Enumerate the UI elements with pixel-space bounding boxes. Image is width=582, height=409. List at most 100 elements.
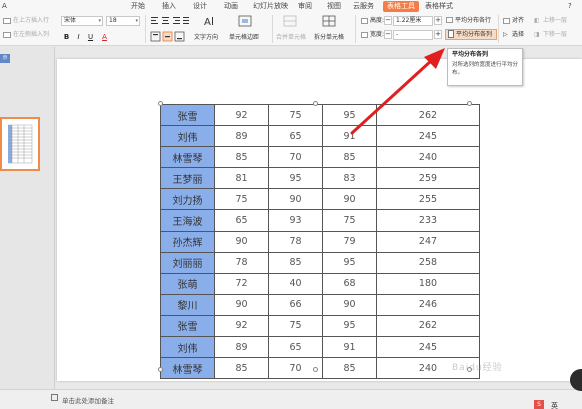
score-cell[interactable]: 65 [214, 209, 269, 232]
split-cells-button[interactable]: 拆分单元格 [314, 33, 344, 42]
move-up-button[interactable]: 上移一层 [543, 16, 567, 25]
score-cell[interactable]: 85 [214, 146, 269, 169]
name-cell[interactable]: 张雪 [160, 314, 215, 338]
total-cell[interactable]: 233 [376, 209, 480, 232]
name-cell[interactable]: 孙杰辉 [160, 230, 215, 253]
score-cell[interactable]: 70 [268, 146, 323, 169]
menu-partial-right[interactable]: ? [568, 1, 572, 12]
score-cell[interactable]: 75 [322, 209, 377, 232]
name-cell[interactable]: 林雪琴 [160, 357, 215, 380]
total-cell[interactable]: 247 [376, 230, 480, 253]
total-cell[interactable]: 262 [376, 314, 480, 338]
cell-margin-button[interactable]: 单元格边距 [229, 33, 259, 42]
ime-language[interactable]: 英 [551, 401, 558, 409]
score-cell[interactable]: 85 [214, 357, 269, 380]
tab-table-style[interactable]: 表格样式 [425, 1, 453, 12]
score-cell[interactable]: 75 [268, 314, 323, 338]
distribute-rows-button[interactable]: 平均分布各行 [455, 16, 491, 25]
total-cell[interactable]: 240 [376, 146, 480, 169]
score-cell[interactable]: 91 [322, 336, 377, 359]
score-cell[interactable]: 68 [322, 272, 377, 295]
width-decrement-button[interactable]: − [384, 30, 392, 39]
score-cell[interactable]: 81 [214, 167, 269, 190]
distribute-cols-button[interactable]: 平均分布各列 [445, 29, 497, 40]
score-cell[interactable]: 75 [268, 103, 323, 127]
total-cell[interactable]: 245 [376, 336, 480, 359]
score-cell[interactable]: 90 [268, 188, 323, 211]
name-cell[interactable]: 刘力扬 [160, 188, 215, 211]
total-cell[interactable]: 262 [376, 103, 480, 127]
score-cell[interactable]: 65 [268, 125, 323, 148]
notes-placeholder[interactable]: 单击此处添加备注 [62, 395, 114, 405]
tab-slideshow[interactable]: 幻灯片放映 [253, 1, 288, 12]
score-cell[interactable]: 85 [268, 251, 323, 274]
total-cell[interactable]: 246 [376, 293, 480, 316]
font-name-select[interactable]: 宋体 ▾ [61, 16, 103, 26]
tab-review[interactable]: 审阅 [298, 1, 312, 12]
height-increment-button[interactable]: + [434, 16, 442, 25]
vertical-align-icons[interactable] [150, 31, 190, 42]
score-cell[interactable]: 72 [214, 272, 269, 295]
score-cell[interactable]: 95 [268, 167, 323, 190]
height-input[interactable]: 1.22厘米 [393, 16, 433, 26]
text-direction-button[interactable]: 文字方向 [194, 33, 218, 42]
score-cell[interactable]: 85 [322, 357, 377, 380]
ime-badge[interactable]: S [534, 400, 544, 409]
score-cell[interactable]: 90 [322, 293, 377, 316]
score-cell[interactable]: 95 [322, 251, 377, 274]
total-cell[interactable]: 245 [376, 125, 480, 148]
move-down-button[interactable]: 下移一层 [543, 30, 567, 39]
name-cell[interactable]: 王梦丽 [160, 167, 215, 190]
score-cell[interactable]: 78 [268, 230, 323, 253]
resize-handle[interactable] [158, 367, 163, 372]
score-cell[interactable]: 89 [214, 125, 269, 148]
menu-partial-left[interactable]: A [2, 1, 7, 12]
score-cell[interactable]: 40 [268, 272, 323, 295]
score-cell[interactable]: 95 [322, 314, 377, 338]
font-size-select[interactable]: 18 ▾ [106, 16, 140, 26]
underline-button[interactable]: U [86, 33, 95, 42]
tab-animation[interactable]: 动画 [224, 1, 238, 12]
score-cell[interactable]: 91 [322, 125, 377, 148]
total-cell[interactable]: 255 [376, 188, 480, 211]
score-cell[interactable]: 79 [322, 230, 377, 253]
insert-col-left-button[interactable]: 在左侧插入列 [13, 30, 49, 39]
tab-table-tools[interactable]: 表格工具 [383, 1, 419, 12]
score-cell[interactable]: 78 [214, 251, 269, 274]
resize-handle[interactable] [158, 101, 163, 106]
name-cell[interactable]: 林雪琴 [160, 146, 215, 169]
data-table[interactable]: 张雪 92 75 95 262 刘伟 89 65 91 245 林雪琴 85 70 85 240 王梦丽 81 9… [160, 103, 480, 380]
select-button[interactable]: 选择 [512, 30, 524, 39]
tab-cloud[interactable]: 云服务 [353, 1, 374, 12]
resize-handle[interactable] [313, 367, 318, 372]
resize-handle[interactable] [313, 101, 318, 106]
tab-design[interactable]: 设计 [193, 1, 207, 12]
score-cell[interactable]: 83 [322, 167, 377, 190]
italic-button[interactable]: I [74, 33, 83, 42]
score-cell[interactable]: 66 [268, 293, 323, 316]
total-cell[interactable]: 259 [376, 167, 480, 190]
bold-button[interactable]: B [62, 33, 71, 42]
score-cell[interactable]: 95 [322, 103, 377, 127]
score-cell[interactable]: 92 [214, 314, 269, 338]
name-cell[interactable]: 刘伟 [160, 125, 215, 148]
width-input[interactable]: - [393, 30, 433, 40]
tab-insert[interactable]: 插入 [162, 1, 176, 12]
insert-row-above-button[interactable]: 在上方插入行 [13, 16, 49, 25]
name-cell[interactable]: 张萌 [160, 272, 215, 295]
align-icons[interactable] [150, 16, 190, 26]
height-decrement-button[interactable]: − [384, 16, 392, 25]
tab-home[interactable]: 开始 [131, 1, 145, 12]
name-cell[interactable]: 刘丽丽 [160, 251, 215, 274]
width-increment-button[interactable]: + [434, 30, 442, 39]
score-cell[interactable]: 65 [268, 336, 323, 359]
score-cell[interactable]: 85 [322, 146, 377, 169]
score-cell[interactable]: 90 [214, 293, 269, 316]
score-cell[interactable]: 90 [322, 188, 377, 211]
score-cell[interactable]: 92 [214, 103, 269, 127]
slide-thumbnail[interactable] [0, 117, 40, 171]
score-cell[interactable]: 89 [214, 336, 269, 359]
score-cell[interactable]: 90 [214, 230, 269, 253]
total-cell[interactable]: 258 [376, 251, 480, 274]
font-color-button[interactable]: A [100, 33, 109, 42]
